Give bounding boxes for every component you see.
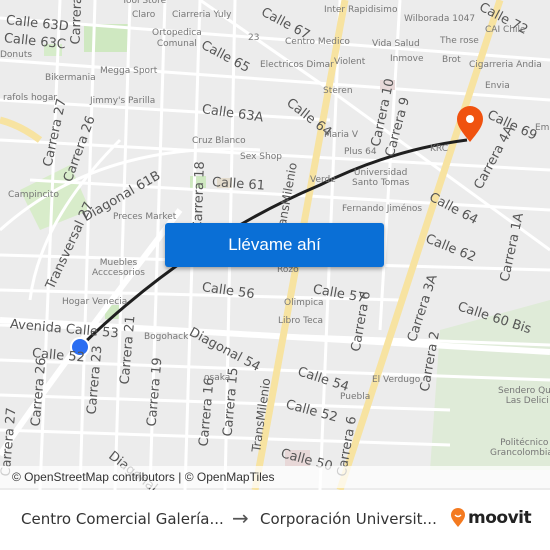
- street-label: Carrera: [68, 0, 86, 45]
- poi-label: Muebles Acccesorios: [92, 258, 145, 279]
- poi-label: Tool Store: [122, 0, 167, 6]
- poi-label: Fernando Jiménos: [342, 204, 423, 214]
- poi-label: Politécnico Grancolombian: [490, 438, 550, 459]
- destination-pin-icon[interactable]: [457, 106, 483, 142]
- poi-label: Brot: [442, 55, 461, 65]
- map-attribution[interactable]: © OpenStreetMap contributors | © OpenMap…: [0, 466, 550, 488]
- poi-label: Libro Teca: [278, 316, 324, 326]
- poi-label: rafols hogar: [3, 93, 58, 103]
- poi-label: osaka: [204, 373, 231, 383]
- poi-label: Cruz Blanco: [192, 136, 246, 146]
- moovit-wordmark: moovit: [468, 508, 532, 528]
- take-me-there-button[interactable]: Llévame ahí: [165, 223, 384, 267]
- poi-label: Verde: [310, 175, 336, 185]
- poi-label: The rose: [440, 36, 479, 46]
- destination-name: Corporación Universit...: [260, 510, 437, 528]
- poi-label: 23: [248, 33, 260, 43]
- poi-label: Ciarreria Yuly: [172, 10, 232, 20]
- poi-label: CAI Chile: [485, 25, 526, 35]
- poi-label: Steren: [323, 86, 353, 96]
- poi-label: El Verdugo: [372, 375, 421, 385]
- poi-label: Cigarreria Andia: [469, 60, 542, 70]
- poi-label: Bogohack: [144, 332, 189, 342]
- poi-label: Jimmy's Parilla: [90, 96, 156, 106]
- poi-label: Preces Market: [113, 212, 177, 222]
- poi-label: Plus 64: [344, 147, 377, 157]
- poi-label: Centro Medico: [285, 37, 350, 47]
- poi-label: Olimpica: [284, 298, 324, 308]
- poi-label: Ema: [535, 123, 550, 133]
- moovit-logo[interactable]: moovit: [450, 508, 532, 528]
- poi-label: Wilborada 1047: [404, 14, 476, 24]
- poi-label: Claro: [132, 10, 156, 20]
- poi-label: Bikermania: [45, 73, 96, 83]
- poi-label: Inter Rapidisimo: [324, 5, 398, 15]
- poi-label: Violent: [334, 57, 366, 67]
- poi-label: Puebla: [340, 392, 371, 402]
- street-label: Carrera 18: [190, 161, 208, 231]
- map-view[interactable]: Calle 63D Calle 63C Carrera Calle 65 Cal…: [0, 0, 550, 490]
- poi-label: Maria V: [324, 130, 359, 140]
- moovit-pin-icon: [451, 508, 465, 527]
- poi-label: KRC: [430, 144, 448, 154]
- poi-label: Inmove: [390, 54, 424, 64]
- poi-label: Electricos Dimar: [260, 60, 334, 70]
- origin-name: Centro Comercial Galería...: [21, 510, 224, 528]
- poi-label: Ortopedica Comunal: [152, 28, 202, 49]
- poi-label: Rozo: [277, 265, 299, 275]
- poi-label: Campincito: [8, 190, 59, 200]
- poi-label: Megga Sport: [100, 66, 158, 76]
- poi-label: Envia: [485, 81, 510, 91]
- poi-label: Donuts: [0, 50, 33, 60]
- arrow-right-icon: →: [232, 506, 249, 530]
- poi-label: Sex Shop: [240, 152, 282, 162]
- street-label: Calle 61: [211, 175, 266, 194]
- poi-label: Sendero Que Las Delici: [498, 386, 550, 407]
- poi-label: Universidad Santo Tomas: [352, 168, 410, 189]
- poi-label: Vida Salud: [372, 39, 420, 49]
- poi-label: Hogar Venecia: [62, 297, 128, 307]
